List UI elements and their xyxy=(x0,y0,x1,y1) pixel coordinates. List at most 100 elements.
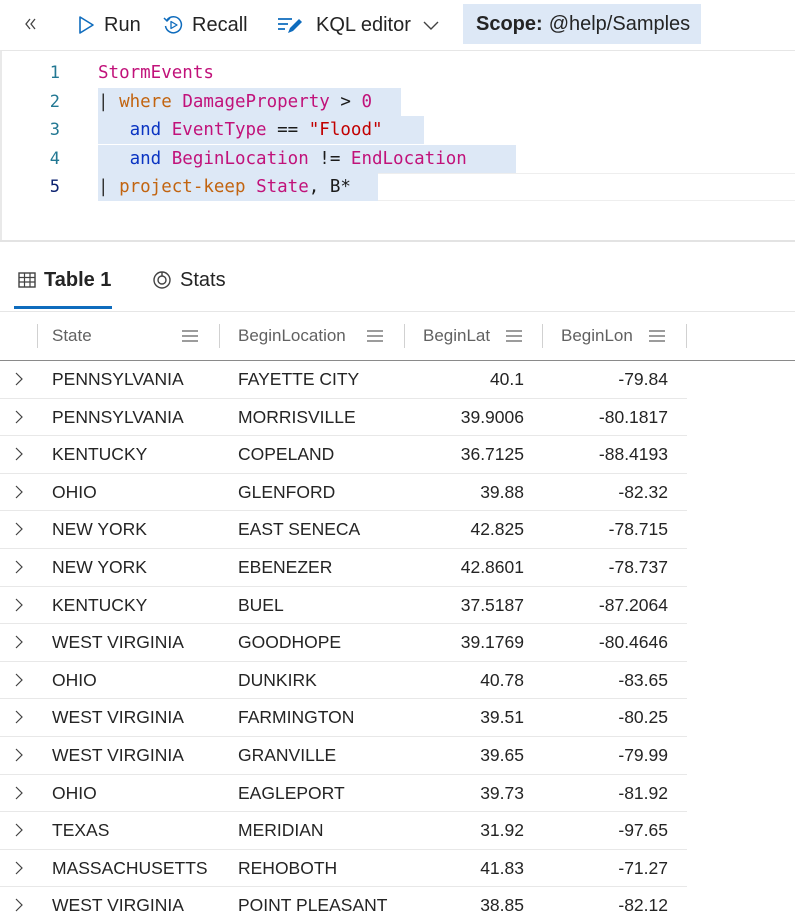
table-row[interactable]: PENNSYLVANIA FAYETTE CITY 40.1 -79.84 xyxy=(0,361,687,399)
cell-state[interactable]: NEW YORK xyxy=(52,511,147,548)
cell-beginlat[interactable]: 39.73 xyxy=(404,775,524,812)
cell-beginlon[interactable]: -97.65 xyxy=(542,812,668,849)
chevron-right-icon[interactable] xyxy=(13,710,25,724)
cell-state[interactable]: KENTUCKY xyxy=(52,436,147,473)
chevron-right-icon[interactable] xyxy=(13,748,25,762)
column-menu-icon[interactable] xyxy=(181,329,199,343)
cell-state[interactable]: TEXAS xyxy=(52,812,109,849)
chevron-right-icon[interactable] xyxy=(13,673,25,687)
cell-state[interactable]: WEST VIRGINIA xyxy=(52,624,184,661)
cell-beginlon[interactable]: -78.737 xyxy=(542,549,668,586)
cell-state[interactable]: MASSACHUSETTS xyxy=(52,850,208,887)
cell-state[interactable]: PENNSYLVANIA xyxy=(52,399,184,436)
column-menu-icon[interactable] xyxy=(366,329,384,343)
cell-state[interactable]: PENNSYLVANIA xyxy=(52,361,184,398)
chevron-right-icon[interactable] xyxy=(13,372,25,386)
cell-beginlat[interactable]: 39.9006 xyxy=(404,399,524,436)
cell-beginlon[interactable]: -82.12 xyxy=(542,887,668,921)
cell-beginlon[interactable]: -80.25 xyxy=(542,699,668,736)
cell-beginlocation[interactable]: FARMINGTON xyxy=(238,699,354,736)
cell-state[interactable]: OHIO xyxy=(52,775,97,812)
cell-beginlocation[interactable]: MORRISVILLE xyxy=(238,399,356,436)
chevron-right-icon[interactable] xyxy=(13,560,25,574)
chevron-right-icon[interactable] xyxy=(13,447,25,461)
cell-beginlat[interactable]: 31.92 xyxy=(404,812,524,849)
run-button[interactable]: Run xyxy=(76,5,141,45)
column-header-beginlocation[interactable]: BeginLocation xyxy=(238,312,346,360)
chevron-right-icon[interactable] xyxy=(13,786,25,800)
column-separator[interactable] xyxy=(219,324,220,348)
table-row[interactable]: OHIO GLENFORD 39.88 -82.32 xyxy=(0,474,687,512)
cell-beginlon[interactable]: -71.27 xyxy=(542,850,668,887)
cell-beginlocation[interactable]: POINT PLEASANT xyxy=(238,887,387,921)
chevron-right-icon[interactable] xyxy=(13,861,25,875)
table-row[interactable]: KENTUCKY BUEL 37.5187 -87.2064 xyxy=(0,587,687,625)
cell-state[interactable]: NEW YORK xyxy=(52,549,147,586)
cell-beginlon[interactable]: -80.4646 xyxy=(542,624,668,661)
column-separator[interactable] xyxy=(404,324,405,348)
cell-beginlat[interactable]: 42.825 xyxy=(404,511,524,548)
cell-beginlon[interactable]: -79.84 xyxy=(542,361,668,398)
cell-beginlocation[interactable]: REHOBOTH xyxy=(238,850,337,887)
tab-table-1[interactable]: Table 1 xyxy=(18,260,111,300)
cell-beginlon[interactable]: -80.1817 xyxy=(542,399,668,436)
column-header-state[interactable]: State xyxy=(52,312,92,360)
cell-beginlat[interactable]: 41.83 xyxy=(404,850,524,887)
table-row[interactable]: NEW YORK EAST SENECA 42.825 -78.715 xyxy=(0,511,687,549)
cell-state[interactable]: WEST VIRGINIA xyxy=(52,737,184,774)
cell-beginlat[interactable]: 40.78 xyxy=(404,662,524,699)
cell-beginlon[interactable]: -78.715 xyxy=(542,511,668,548)
chevron-right-icon[interactable] xyxy=(13,898,25,912)
kql-editor-dropdown[interactable]: KQL editor xyxy=(276,5,441,45)
cell-beginlocation[interactable]: GLENFORD xyxy=(238,474,335,511)
column-separator[interactable] xyxy=(542,324,543,348)
cell-state[interactable]: OHIO xyxy=(52,662,97,699)
chevron-right-icon[interactable] xyxy=(13,522,25,536)
cell-beginlat[interactable]: 37.5187 xyxy=(404,587,524,624)
table-row[interactable]: MASSACHUSETTS REHOBOTH 41.83 -71.27 xyxy=(0,850,687,888)
cell-beginlon[interactable]: -82.32 xyxy=(542,474,668,511)
cell-beginlocation[interactable]: DUNKIRK xyxy=(238,662,317,699)
cell-beginlon[interactable]: -87.2064 xyxy=(542,587,668,624)
table-row[interactable]: WEST VIRGINIA POINT PLEASANT 38.85 -82.1… xyxy=(0,887,687,921)
table-row[interactable]: KENTUCKY COPELAND 36.7125 -88.4193 xyxy=(0,436,687,474)
table-row[interactable]: OHIO DUNKIRK 40.78 -83.65 xyxy=(0,662,687,700)
cell-state[interactable]: WEST VIRGINIA xyxy=(52,699,184,736)
scope-selector[interactable]: Scope: @help/Samples xyxy=(463,4,701,44)
cell-beginlon[interactable]: -83.65 xyxy=(542,662,668,699)
column-menu-icon[interactable] xyxy=(648,329,666,343)
chevron-right-icon[interactable] xyxy=(13,485,25,499)
table-row[interactable]: NEW YORK EBENEZER 42.8601 -78.737 xyxy=(0,549,687,587)
cell-state[interactable]: OHIO xyxy=(52,474,97,511)
table-row[interactable]: WEST VIRGINIA GRANVILLE 39.65 -79.99 xyxy=(0,737,687,775)
table-row[interactable]: OHIO EAGLEPORT 39.73 -81.92 xyxy=(0,775,687,813)
cell-beginlat[interactable]: 39.51 xyxy=(404,699,524,736)
table-row[interactable]: TEXAS MERIDIAN 31.92 -97.65 xyxy=(0,812,687,850)
column-separator[interactable] xyxy=(686,324,687,348)
cell-beginlocation[interactable]: GOODHOPE xyxy=(238,624,341,661)
cell-beginlocation[interactable]: BUEL xyxy=(238,587,284,624)
cell-beginlocation[interactable]: MERIDIAN xyxy=(238,812,324,849)
column-header-beginlon[interactable]: BeginLon xyxy=(561,312,633,360)
cell-beginlocation[interactable]: EAGLEPORT xyxy=(238,775,345,812)
tab-stats[interactable]: Stats xyxy=(152,260,226,300)
cell-beginlon[interactable]: -79.99 xyxy=(542,737,668,774)
recall-button[interactable]: Recall xyxy=(162,5,248,45)
chevron-right-icon[interactable] xyxy=(13,410,25,424)
cell-beginlat[interactable]: 42.8601 xyxy=(404,549,524,586)
cell-beginlat[interactable]: 39.1769 xyxy=(404,624,524,661)
cell-state[interactable]: WEST VIRGINIA xyxy=(52,887,184,921)
cell-beginlat[interactable]: 39.88 xyxy=(404,474,524,511)
column-menu-icon[interactable] xyxy=(505,329,523,343)
cell-beginlon[interactable]: -88.4193 xyxy=(542,436,668,473)
chevron-right-icon[interactable] xyxy=(13,635,25,649)
cell-beginlat[interactable]: 38.85 xyxy=(404,887,524,921)
cell-beginlat[interactable]: 36.7125 xyxy=(404,436,524,473)
cell-beginlat[interactable]: 40.1 xyxy=(404,361,524,398)
table-row[interactable]: PENNSYLVANIA MORRISVILLE 39.9006 -80.181… xyxy=(0,399,687,437)
table-row[interactable]: WEST VIRGINIA GOODHOPE 39.1769 -80.4646 xyxy=(0,624,687,662)
table-row[interactable]: WEST VIRGINIA FARMINGTON 39.51 -80.25 xyxy=(0,699,687,737)
query-editor[interactable]: 1 StormEvents 2 | where DamageProperty >… xyxy=(0,50,795,240)
cell-beginlon[interactable]: -81.92 xyxy=(542,775,668,812)
cell-beginlocation[interactable]: EBENEZER xyxy=(238,549,332,586)
